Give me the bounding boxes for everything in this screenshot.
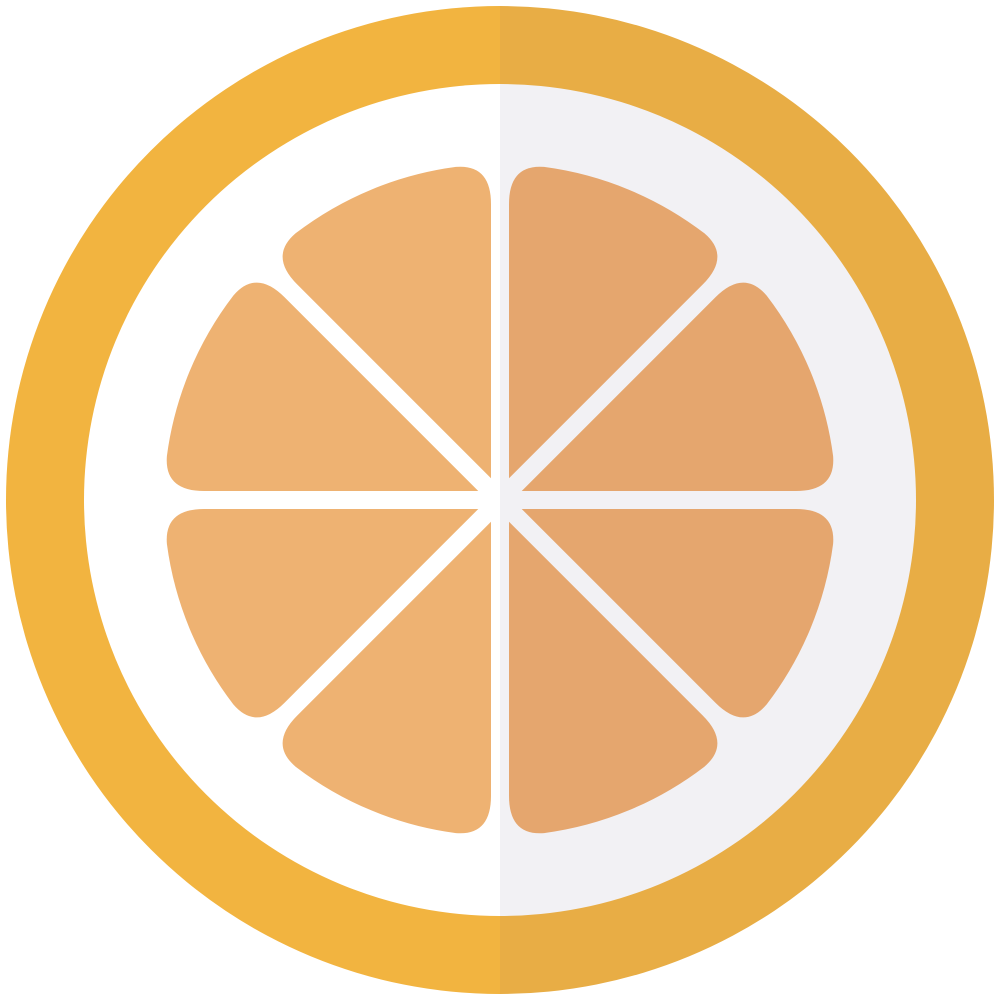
orange-slice-illustration <box>0 0 1000 1000</box>
orange-slice-icon <box>6 6 994 994</box>
pith <box>84 84 916 916</box>
